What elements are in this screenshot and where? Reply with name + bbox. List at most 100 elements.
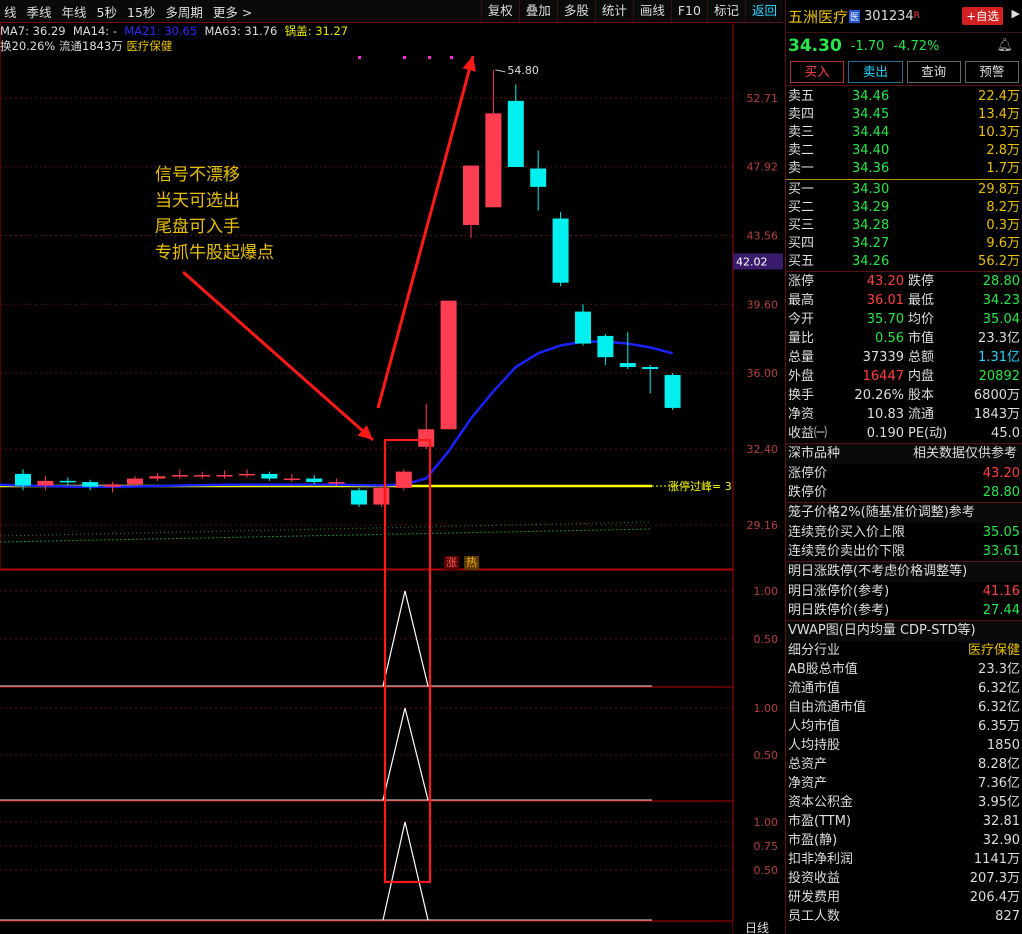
ma21-line [0, 340, 673, 488]
bid-row[interactable]: 买一 34.30 29.8万 [786, 181, 1022, 199]
annotation-line: 当天可选出 [155, 191, 240, 211]
candle-body [171, 475, 188, 477]
mark-button[interactable]: 标记 [706, 0, 745, 22]
expand-arrow-icon[interactable]: ▶ [1012, 7, 1020, 20]
ask-price: 34.44 [852, 125, 890, 140]
arrow-to-peak [376, 55, 475, 409]
bell-icon[interactable]: 🔔︎ [996, 38, 1013, 53]
query-button[interactable]: 查询 [906, 61, 961, 83]
cage-price-label: 连续竞价买入价上限 [788, 525, 906, 540]
cage-price-value: 33.61 [982, 544, 1020, 559]
cage-price-label: 连续竞价卖出价下限 [788, 544, 906, 559]
fundamental-row: 研发费用 206.4万 [786, 888, 1022, 907]
vwap-section-header[interactable]: VWAP图(日内均量 CDP-STD等) [786, 620, 1022, 641]
fundamental-row: 市盈(TTM) 32.81 [786, 812, 1022, 831]
sub-tick-label: 0.50 [754, 749, 779, 762]
cage-price-row: 连续竞价卖出价下限 33.61 [786, 542, 1022, 561]
ask-price: 34.46 [852, 89, 890, 104]
tomorrow-section-header: 明日涨跌停(不考虑价格调整等) [786, 561, 1022, 582]
vwap-title[interactable]: VWAP图(日内均量 CDP-STD等) [788, 621, 976, 641]
limit-price-label: 涨停价 [788, 466, 828, 481]
ask-volume: 22.4万 [978, 89, 1020, 104]
kline-chart[interactable]: 52.71 47.92 43.56 39.60 36.00 32.40 29.16 42.02… [0, 22, 783, 934]
bid-volume: 8.2万 [986, 200, 1020, 215]
ask-volume: 1.7万 [986, 161, 1020, 176]
bid-label: 买五 [788, 254, 815, 269]
fundamental-value: 6.32亿 [978, 681, 1020, 696]
stat-row: 今开 35.70 均价 35.04 [786, 310, 1022, 329]
quote-panel: 五洲医疗 医 301234 R +自选 ▶ 34.30 -1.70 -4.72%… [785, 0, 1022, 934]
bid-row[interactable]: 买三 34.28 0.3万 [786, 217, 1022, 235]
f10-button[interactable]: F10 [670, 0, 707, 22]
candle-body [59, 480, 76, 483]
bid-row[interactable]: 买四 34.27 9.6万 [786, 235, 1022, 253]
tomorrow-price-row: 明日涨停价(参考) 41.16 [786, 582, 1022, 601]
ask-price: 34.36 [852, 161, 890, 176]
fundamental-value: 8.28亿 [978, 757, 1020, 772]
fundamental-row: 投资收益 207.3万 [786, 869, 1022, 888]
ask-row[interactable]: 卖四 34.45 13.4万 [786, 106, 1022, 124]
limit-prices: 涨停价 43.20 跌停价 28.80 [786, 464, 1022, 502]
cage-prices: 连续竞价买入价上限 35.05 连续竞价卖出价下限 33.61 [786, 523, 1022, 561]
tomorrow-price-row: 明日跌停价(参考) 27.44 [786, 601, 1022, 620]
stat-value: 36.01 [866, 293, 904, 308]
candle-body [642, 367, 659, 370]
sell-button[interactable]: 卖出 [848, 61, 903, 83]
stat-label: 最低 [908, 293, 935, 308]
tab-period-week[interactable]: 线 [0, 2, 23, 21]
tab-period-15s[interactable]: 15秒 [123, 2, 161, 21]
ask-row[interactable]: 卖三 34.44 10.3万 [786, 124, 1022, 142]
cage-section-header: 笼子价格2%(随基准价调整)参考 [786, 502, 1022, 523]
ask-volume: 10.3万 [978, 125, 1020, 140]
stat-value: 35.04 [982, 312, 1020, 327]
tab-period-year[interactable]: 年线 [58, 2, 93, 21]
bid-row[interactable]: 买二 34.29 8.2万 [786, 199, 1022, 217]
add-watchlist-button[interactable]: +自选 [962, 7, 1003, 25]
tab-period-5s[interactable]: 5秒 [93, 2, 123, 21]
draw-line-button[interactable]: 画线 [632, 0, 671, 22]
candle-body [552, 218, 569, 283]
stock-name[interactable]: 五洲医疗 [788, 6, 848, 27]
fundamental-label: 流通市值 [788, 681, 841, 696]
signal-dot [428, 56, 431, 59]
stat-label: 股本 [908, 388, 935, 403]
market-section-header: 深市品种 相关数据仅供参考 [786, 443, 1022, 464]
fundamental-row: 总资产 8.28亿 [786, 755, 1022, 774]
ask-row[interactable]: 卖二 34.40 2.8万 [786, 142, 1022, 160]
fundamental-value: 1141万 [973, 852, 1020, 867]
candle-body [418, 429, 435, 447]
stat-label: 跌停 [908, 274, 935, 289]
candle-body [15, 473, 31, 486]
fundamental-value: 7.36亿 [978, 776, 1020, 791]
period-label: 日线 [745, 921, 769, 934]
alert-button[interactable]: 预警 [964, 61, 1019, 83]
candle-body [664, 375, 681, 408]
tab-multi-period[interactable]: 多周期 [161, 2, 209, 21]
limit-price-row: 涨停价 43.20 [786, 464, 1022, 483]
tomorrow-prices: 明日涨停价(参考) 41.16 明日跌停价(参考) 27.44 [786, 582, 1022, 620]
ask-row[interactable]: 卖五 34.46 22.4万 [786, 88, 1022, 106]
stat-label: 最高 [788, 293, 815, 308]
buy-button[interactable]: 买入 [790, 61, 845, 83]
stats-button[interactable]: 统计 [594, 0, 633, 22]
price-grid [0, 22, 734, 934]
overlay-button[interactable]: 叠加 [518, 0, 557, 22]
tomorrow-price-value: 41.16 [982, 584, 1020, 599]
bid-row[interactable]: 买五 34.26 56.2万 [786, 253, 1022, 271]
candle-body [149, 476, 166, 479]
bid-price: 34.26 [852, 254, 890, 269]
tab-period-season[interactable]: 季线 [23, 2, 58, 21]
stat-row: 最高 36.01 最低 34.23 [786, 291, 1022, 310]
candle-body [597, 335, 614, 358]
candle-body [351, 490, 367, 505]
multi-stock-button[interactable]: 多股 [556, 0, 595, 22]
more-menu[interactable]: 更多 > [209, 2, 258, 21]
sub-tick-label: 1.00 [754, 585, 779, 598]
restore-rights-button[interactable]: 复权 [480, 0, 519, 22]
ask-label: 卖一 [788, 161, 815, 176]
ask-row[interactable]: 卖一 34.36 1.7万 [786, 160, 1022, 178]
stat-value: 45.0 [991, 426, 1020, 441]
fundamental-value: 23.3亿 [978, 662, 1020, 677]
price-change-pct: -4.72% [893, 38, 940, 54]
back-button[interactable]: 返回 [744, 0, 783, 22]
